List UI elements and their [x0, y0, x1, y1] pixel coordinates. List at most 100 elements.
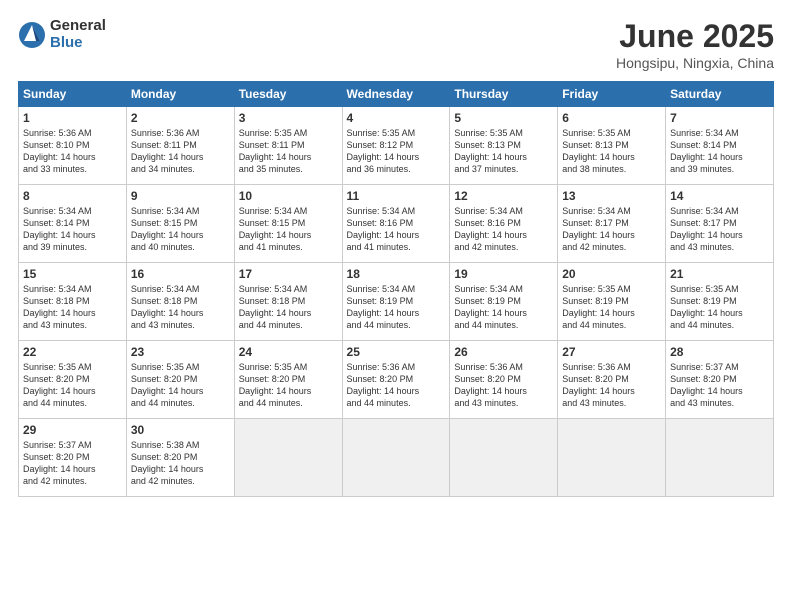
day-info: Sunrise: 5:34 AMSunset: 8:14 PMDaylight:…: [23, 206, 96, 252]
day-info: Sunrise: 5:35 AMSunset: 8:19 PMDaylight:…: [670, 284, 743, 330]
calendar-week-4: 22 Sunrise: 5:35 AMSunset: 8:20 PMDayligh…: [19, 341, 774, 419]
table-row: 3 Sunrise: 5:35 AMSunset: 8:11 PMDaylight…: [234, 107, 342, 185]
day-number: 16: [131, 267, 230, 281]
header-thursday: Thursday: [450, 82, 558, 107]
day-info: Sunrise: 5:34 AMSunset: 8:19 PMDaylight:…: [454, 284, 527, 330]
table-row: [234, 419, 342, 497]
day-number: 22: [23, 345, 122, 359]
day-info: Sunrise: 5:36 AMSunset: 8:10 PMDaylight:…: [23, 128, 96, 174]
day-info: Sunrise: 5:37 AMSunset: 8:20 PMDaylight:…: [23, 440, 96, 486]
table-row: 18Sunrise: 5:34 AMSunset: 8:19 PMDayligh…: [342, 263, 450, 341]
day-info: Sunrise: 5:35 AMSunset: 8:20 PMDaylight:…: [131, 362, 204, 408]
table-row: 21 Sunrise: 5:35 AMSunset: 8:19 PMDayligh…: [666, 263, 774, 341]
header-friday: Friday: [558, 82, 666, 107]
day-number: 20: [562, 267, 661, 281]
day-info: Sunrise: 5:34 AMSunset: 8:15 PMDaylight:…: [131, 206, 204, 252]
day-info: Sunrise: 5:34 AMSunset: 8:18 PMDaylight:…: [131, 284, 204, 330]
table-row: 10 Sunrise: 5:34 AMSunset: 8:15 PMDayligh…: [234, 185, 342, 263]
day-number: 12: [454, 189, 553, 203]
day-number: 3: [239, 111, 338, 125]
day-number: 4: [347, 111, 446, 125]
day-info: Sunrise: 5:36 AMSunset: 8:20 PMDaylight:…: [454, 362, 527, 408]
header-saturday: Saturday: [666, 82, 774, 107]
day-number: 7: [670, 111, 769, 125]
calendar-week-1: 1 Sunrise: 5:36 AMSunset: 8:10 PMDaylight…: [19, 107, 774, 185]
table-row: 12 Sunrise: 5:34 AMSunset: 8:16 PMDayligh…: [450, 185, 558, 263]
day-info: Sunrise: 5:34 AMSunset: 8:18 PMDaylight:…: [23, 284, 96, 330]
table-row: [666, 419, 774, 497]
table-row: 2 Sunrise: 5:36 AMSunset: 8:11 PMDaylight…: [126, 107, 234, 185]
logo-blue: Blue: [50, 35, 106, 52]
table-row: 29 Sunrise: 5:37 AMSunset: 8:20 PMDayligh…: [19, 419, 127, 497]
logo-general: General: [50, 18, 106, 35]
day-number: 30: [131, 423, 230, 437]
table-row: 26Sunrise: 5:36 AMSunset: 8:20 PMDayligh…: [450, 341, 558, 419]
table-row: 14 Sunrise: 5:34 AMSunset: 8:17 PMDayligh…: [666, 185, 774, 263]
table-row: [342, 419, 450, 497]
day-info: Sunrise: 5:36 AMSunset: 8:20 PMDaylight:…: [562, 362, 635, 408]
table-row: 28Sunrise: 5:37 AMSunset: 8:20 PMDayligh…: [666, 341, 774, 419]
day-number: 6: [562, 111, 661, 125]
table-row: 30 Sunrise: 5:38 AMSunset: 8:20 PMDayligh…: [126, 419, 234, 497]
day-info: Sunrise: 5:35 AMSunset: 8:11 PMDaylight:…: [239, 128, 312, 174]
table-row: 9Sunrise: 5:34 AMSunset: 8:15 PMDaylight…: [126, 185, 234, 263]
table-row: 17Sunrise: 5:34 AMSunset: 8:18 PMDayligh…: [234, 263, 342, 341]
day-number: 19: [454, 267, 553, 281]
day-info: Sunrise: 5:34 AMSunset: 8:17 PMDaylight:…: [562, 206, 635, 252]
day-number: 24: [239, 345, 338, 359]
table-row: 27 Sunrise: 5:36 AMSunset: 8:20 PMDayligh…: [558, 341, 666, 419]
day-info: Sunrise: 5:35 AMSunset: 8:20 PMDaylight:…: [23, 362, 96, 408]
table-row: 16 Sunrise: 5:34 AMSunset: 8:18 PMDayligh…: [126, 263, 234, 341]
table-row: 1 Sunrise: 5:36 AMSunset: 8:10 PMDaylight…: [19, 107, 127, 185]
day-number: 28: [670, 345, 769, 359]
day-number: 10: [239, 189, 338, 203]
day-info: Sunrise: 5:35 AMSunset: 8:12 PMDaylight:…: [347, 128, 420, 174]
header-tuesday: Tuesday: [234, 82, 342, 107]
day-info: Sunrise: 5:34 AMSunset: 8:14 PMDaylight:…: [670, 128, 743, 174]
day-info: Sunrise: 5:36 AMSunset: 8:20 PMDaylight:…: [347, 362, 420, 408]
header-monday: Monday: [126, 82, 234, 107]
day-number: 25: [347, 345, 446, 359]
table-row: 4 Sunrise: 5:35 AMSunset: 8:12 PMDaylight…: [342, 107, 450, 185]
table-row: 23Sunrise: 5:35 AMSunset: 8:20 PMDayligh…: [126, 341, 234, 419]
month-title: June 2025: [616, 18, 774, 55]
day-number: 17: [239, 267, 338, 281]
day-info: Sunrise: 5:36 AMSunset: 8:11 PMDaylight:…: [131, 128, 204, 174]
day-number: 2: [131, 111, 230, 125]
day-number: 15: [23, 267, 122, 281]
calendar-week-2: 8 Sunrise: 5:34 AMSunset: 8:14 PMDaylight…: [19, 185, 774, 263]
day-info: Sunrise: 5:34 AMSunset: 8:16 PMDaylight:…: [347, 206, 420, 252]
day-number: 1: [23, 111, 122, 125]
page-container: General Blue June 2025 Hongsipu, Ningxia…: [0, 0, 792, 612]
table-row: 20 Sunrise: 5:35 AMSunset: 8:19 PMDayligh…: [558, 263, 666, 341]
day-number: 29: [23, 423, 122, 437]
day-number: 18: [347, 267, 446, 281]
day-number: 21: [670, 267, 769, 281]
table-row: 6Sunrise: 5:35 AMSunset: 8:13 PMDaylight…: [558, 107, 666, 185]
logo: General Blue: [18, 18, 106, 51]
table-row: 11 Sunrise: 5:34 AMSunset: 8:16 PMDayligh…: [342, 185, 450, 263]
table-row: 7 Sunrise: 5:34 AMSunset: 8:14 PMDaylight…: [666, 107, 774, 185]
location: Hongsipu, Ningxia, China: [616, 55, 774, 71]
day-number: 8: [23, 189, 122, 203]
table-row: [558, 419, 666, 497]
day-number: 11: [347, 189, 446, 203]
table-row: 5Sunrise: 5:35 AMSunset: 8:13 PMDaylight…: [450, 107, 558, 185]
table-row: 13Sunrise: 5:34 AMSunset: 8:17 PMDayligh…: [558, 185, 666, 263]
table-row: 8 Sunrise: 5:34 AMSunset: 8:14 PMDaylight…: [19, 185, 127, 263]
table-row: 25 Sunrise: 5:36 AMSunset: 8:20 PMDayligh…: [342, 341, 450, 419]
day-info: Sunrise: 5:34 AMSunset: 8:16 PMDaylight:…: [454, 206, 527, 252]
day-info: Sunrise: 5:38 AMSunset: 8:20 PMDaylight:…: [131, 440, 204, 486]
calendar-table: Sunday Monday Tuesday Wednesday Thursday…: [18, 81, 774, 497]
day-info: Sunrise: 5:35 AMSunset: 8:19 PMDaylight:…: [562, 284, 635, 330]
day-info: Sunrise: 5:34 AMSunset: 8:17 PMDaylight:…: [670, 206, 743, 252]
header-wednesday: Wednesday: [342, 82, 450, 107]
logo-text: General Blue: [50, 18, 106, 51]
day-number: 14: [670, 189, 769, 203]
header: General Blue June 2025 Hongsipu, Ningxia…: [18, 18, 774, 71]
day-number: 27: [562, 345, 661, 359]
table-row: [450, 419, 558, 497]
day-info: Sunrise: 5:34 AMSunset: 8:15 PMDaylight:…: [239, 206, 312, 252]
day-info: Sunrise: 5:35 AMSunset: 8:13 PMDaylight:…: [454, 128, 527, 174]
logo-icon: [18, 21, 46, 49]
